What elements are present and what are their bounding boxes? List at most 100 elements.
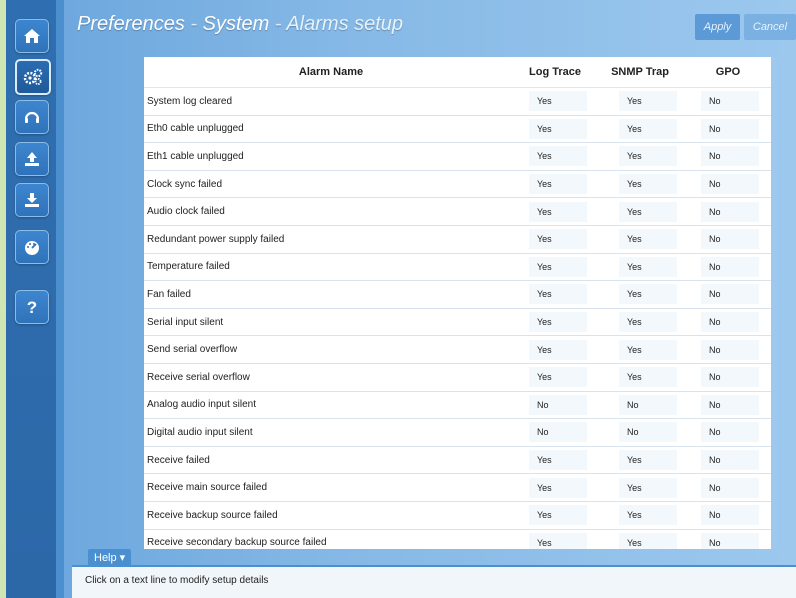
snmp-trap-value: Yes [619, 505, 677, 526]
snmp-trap-value: Yes [619, 174, 677, 195]
nav-home-button[interactable] [15, 19, 49, 53]
snmp-trap-cell: Yes [595, 450, 685, 471]
table-row[interactable]: Receive backup source failed Yes Yes No [144, 502, 771, 530]
alarm-name-cell: Clock sync failed [147, 178, 223, 190]
log-trace-value: Yes [529, 174, 587, 195]
table-row[interactable]: Eth1 cable unplugged Yes Yes No [144, 143, 771, 171]
table-row[interactable]: Fan failed Yes Yes No [144, 281, 771, 309]
log-trace-cell: Yes [515, 174, 595, 195]
log-trace-value: Yes [529, 146, 587, 167]
snmp-trap-cell: Yes [595, 256, 685, 277]
gpo-value: No [701, 91, 759, 112]
download-icon [25, 193, 39, 207]
gpo-cell: No [685, 284, 771, 305]
gpo-cell: No [685, 91, 771, 112]
table-row[interactable]: Receive failed Yes Yes No [144, 447, 771, 475]
help-text: Click on a text line to modify setup det… [85, 575, 269, 586]
upload-icon [25, 152, 39, 166]
title-bar: Preferences - System - Alarms setup Appl… [64, 8, 796, 42]
gpo-cell: No [685, 532, 771, 549]
help-panel: Click on a text line to modify setup det… [72, 565, 796, 598]
log-trace-cell: Yes [515, 256, 595, 277]
help-icon: ? [27, 298, 37, 316]
log-trace-cell: Yes [515, 505, 595, 526]
gpo-value: No [701, 422, 759, 443]
gpo-value: No [701, 394, 759, 415]
breadcrumb-preferences: Preferences [77, 13, 185, 35]
gpo-value: No [701, 174, 759, 195]
log-trace-cell: No [515, 394, 595, 415]
table-scrollbar[interactable] [771, 57, 777, 549]
main-panel: Preferences - System - Alarms setup Appl… [64, 0, 796, 598]
gpo-value: No [701, 256, 759, 277]
home-icon [24, 29, 40, 43]
cancel-button[interactable]: Cancel [744, 14, 796, 40]
gauge-icon [25, 241, 39, 255]
table-row[interactable]: Serial input silent Yes Yes No [144, 309, 771, 337]
alarm-name-cell: Send serial overflow [147, 344, 238, 356]
table-row[interactable]: Receive serial overflow Yes Yes No [144, 364, 771, 392]
table-row[interactable]: Clock sync failed Yes Yes No [144, 171, 771, 199]
alarm-name-cell: Receive backup source failed [147, 509, 278, 521]
gpo-cell: No [685, 505, 771, 526]
table-row[interactable]: Receive main source failed Yes Yes No [144, 474, 771, 502]
snmp-trap-cell: Yes [595, 339, 685, 360]
table-row[interactable]: Audio clock failed Yes Yes No [144, 198, 771, 226]
table-row[interactable]: Digital audio input silent No No No [144, 419, 771, 447]
alarm-name-cell: Temperature failed [147, 261, 230, 273]
nav-status-button[interactable] [15, 230, 49, 264]
log-trace-value: Yes [529, 367, 587, 388]
table-row[interactable]: Temperature failed Yes Yes No [144, 254, 771, 282]
alarm-name-cell: System log cleared [147, 95, 233, 107]
gpo-cell: No [685, 201, 771, 222]
help-toggle-button[interactable]: Help ▾ [88, 549, 132, 566]
log-trace-cell: Yes [515, 284, 595, 305]
nav-audio-button[interactable] [15, 100, 49, 134]
column-header-gpo: GPO [715, 66, 741, 78]
snmp-trap-cell: Yes [595, 367, 685, 388]
snmp-trap-cell: Yes [595, 477, 685, 498]
snmp-trap-cell: Yes [595, 284, 685, 305]
log-trace-cell: Yes [515, 339, 595, 360]
log-trace-value: Yes [529, 450, 587, 471]
nav-help-button[interactable]: ? [15, 290, 49, 324]
gpo-cell: No [685, 118, 771, 139]
log-trace-value: Yes [529, 477, 587, 498]
snmp-trap-cell: Yes [595, 312, 685, 333]
sidebar: ? [6, 0, 56, 598]
table-row[interactable]: Receive secondary backup source failed Ye… [144, 530, 771, 549]
snmp-trap-value: Yes [619, 284, 677, 305]
column-header-snmp-trap: SNMP Trap [611, 66, 669, 78]
alarm-name-cell: Analog audio input silent [147, 399, 256, 411]
gpo-cell: No [685, 146, 771, 167]
table-row[interactable]: Send serial overflow Yes Yes No [144, 336, 771, 364]
log-trace-value: Yes [529, 118, 587, 139]
log-trace-cell: Yes [515, 118, 595, 139]
gpo-cell: No [685, 312, 771, 333]
snmp-trap-value: Yes [619, 367, 677, 388]
snmp-trap-cell: Yes [595, 229, 685, 250]
log-trace-value: Yes [529, 284, 587, 305]
table-row[interactable]: System log cleared Yes Yes No [144, 88, 771, 116]
table-row[interactable]: Eth0 cable unplugged Yes Yes No [144, 116, 771, 144]
column-header-alarm-name: Alarm Name [298, 66, 364, 78]
nav-upload-button[interactable] [15, 142, 49, 176]
snmp-trap-cell: Yes [595, 91, 685, 112]
gpo-value: No [701, 450, 759, 471]
app-frame: ? Preferences - System - Alarms setup Ap… [0, 0, 796, 598]
log-trace-value: Yes [529, 312, 587, 333]
snmp-trap-value: Yes [619, 201, 677, 222]
breadcrumb-separator: - [184, 13, 203, 35]
table-row[interactable]: Analog audio input silent No No No [144, 392, 771, 420]
log-trace-value: Yes [529, 505, 587, 526]
apply-button[interactable]: Apply [695, 14, 740, 40]
alarm-name-cell: Serial input silent [147, 316, 224, 328]
alarm-name-cell: Receive serial overflow [147, 371, 250, 383]
snmp-trap-cell: Yes [595, 201, 685, 222]
gpo-value: No [701, 532, 759, 549]
log-trace-cell: Yes [515, 450, 595, 471]
nav-settings-button[interactable] [15, 59, 51, 95]
table-row[interactable]: Redundant power supply failed Yes Yes No [144, 226, 771, 254]
alarm-name-cell: Eth0 cable unplugged [147, 123, 244, 135]
nav-download-button[interactable] [15, 183, 49, 217]
